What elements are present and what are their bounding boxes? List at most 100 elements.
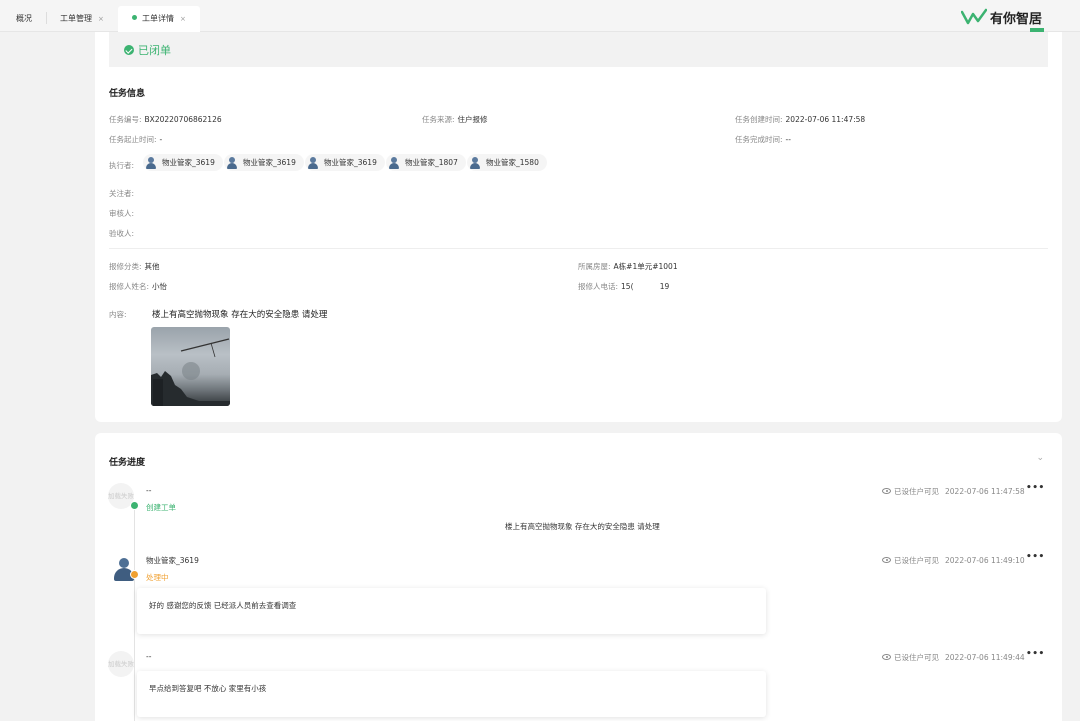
sidebar: [0, 32, 95, 721]
field-reporter-phone: 报修人电话: 15( 19: [578, 281, 669, 292]
field-task-source: 任务来源: 住户报修: [422, 114, 488, 125]
executor-chip[interactable]: 物业管家_1807: [386, 154, 466, 171]
field-reporter-name: 报修人姓名: 小怡: [109, 281, 167, 292]
field-reviewer-label: 审核人:: [109, 209, 135, 218]
label: 报修人电话:: [578, 282, 619, 291]
field-content-label: 内容:: [109, 310, 127, 319]
section-title-task-progress: 任务进度: [109, 458, 146, 468]
tab-overview[interactable]: 概况: [16, 6, 32, 32]
tab-label: 概况: [16, 14, 32, 23]
status-text: 已闭单: [138, 44, 171, 57]
user-avatar-icon: [225, 156, 239, 170]
tab-label: 工单详情: [142, 14, 174, 23]
executor-chip[interactable]: 物业管家_1580: [467, 154, 547, 171]
executor-name: 物业管家_1580: [486, 158, 539, 167]
value: BX20220706862126: [144, 115, 222, 124]
field-task-finished-time: 任务完成时间: --: [735, 134, 791, 145]
executor-name: 物业管家_3619: [162, 158, 215, 167]
progress-author: --: [146, 652, 152, 661]
value: --: [785, 135, 791, 144]
timestamp: 2022-07-06 11:49:44: [945, 653, 1025, 662]
task-info-card: 已闭单 任务信息 任务编号: BX20220706862126 任务来源: 住户报修…: [95, 32, 1062, 422]
status-banner: 已闭单: [109, 32, 1048, 67]
status-dot-icon: [130, 501, 139, 510]
active-dot-icon: [132, 15, 137, 20]
more-options-icon[interactable]: •••: [1026, 649, 1045, 659]
progress-status: 处理中: [146, 573, 169, 582]
tab-work-order-management[interactable]: 工单管理 ×: [60, 6, 104, 32]
divider: [109, 248, 1048, 249]
avatar: 加载失败: [108, 651, 134, 677]
value: 其他: [144, 262, 160, 271]
progress-message: 楼上有高空抛物现象 存在大的安全隐患 请处理: [505, 522, 660, 531]
user-avatar-icon: [387, 156, 401, 170]
field-executor-label: 执行者:: [109, 161, 135, 170]
timestamp: 2022-07-06 11:47:58: [945, 487, 1025, 496]
user-avatar-icon: [306, 156, 320, 170]
executor-name: 物业管家_3619: [324, 158, 377, 167]
progress-message-box: 好的 感谢您的反馈 已经派人员前去查看调查: [137, 588, 766, 634]
value: 住户报修: [457, 115, 488, 124]
progress-status: 创建工单: [146, 503, 176, 512]
more-options-icon[interactable]: •••: [1026, 483, 1045, 493]
progress-meta: 已设住户可见 2022-07-06 11:47:58: [882, 486, 1025, 497]
logo-mark-icon: [960, 8, 987, 25]
close-icon[interactable]: ×: [98, 15, 104, 23]
tab-divider: [46, 12, 47, 24]
logo-text: 有你智居: [989, 11, 1042, 27]
progress-message: 早点给到答复吧 不放心 家里有小孩: [149, 684, 267, 693]
section-title-task-info: 任务信息: [109, 89, 146, 99]
progress-message-box: 早点给到答复吧 不放心 家里有小孩: [137, 671, 766, 717]
label: 任务完成时间:: [735, 135, 783, 144]
timeline-line: [134, 503, 135, 721]
field-room: 所属房屋: A栋#1单元#1001: [578, 261, 678, 272]
field-task-created-time: 任务创建时间: 2022-07-06 11:47:58: [735, 114, 865, 125]
field-acceptor-label: 验收人:: [109, 229, 135, 238]
more-options-icon[interactable]: •••: [1026, 552, 1045, 562]
progress-message: 好的 感谢您的反馈 已经派人员前去查看调查: [149, 601, 297, 610]
task-progress-card: 任务进度 ⌄ 加载失败 -- 创建工单 已设住户可见 2022-07-06 11:…: [95, 433, 1062, 721]
tab-bar: 概况 工单管理 × 工单详情 × 有你智居: [0, 0, 1080, 32]
visibility-text: 已设住户可见: [894, 556, 939, 565]
field-task-deadline: 任务起止时间: -: [109, 134, 162, 145]
eye-icon: [882, 488, 891, 494]
value: -: [159, 135, 163, 144]
progress-author: --: [146, 486, 152, 495]
label: 任务来源:: [422, 115, 455, 124]
progress-meta: 已设住户可见 2022-07-06 11:49:44: [882, 652, 1025, 663]
progress-author: 物业管家_3619: [146, 556, 199, 565]
visibility-text: 已设住户可见: [894, 653, 939, 662]
label: 报修人姓名:: [109, 282, 150, 291]
value: 2022-07-06 11:47:58: [785, 115, 866, 124]
field-repair-category: 报修分类: 其他: [109, 261, 160, 272]
content-text: 楼上有高空抛物现象 存在大的安全隐患 请处理: [152, 310, 328, 320]
executor-chip[interactable]: 物业管家_3619: [143, 154, 223, 171]
photo-scene-icon: [151, 338, 230, 406]
executor-name: 物业管家_3619: [243, 158, 296, 167]
close-icon[interactable]: ×: [180, 15, 186, 23]
executor-chip[interactable]: 物业管家_3619: [305, 154, 385, 171]
check-circle-icon: [124, 45, 134, 55]
executor-chip[interactable]: 物业管家_3619: [224, 154, 304, 171]
tab-work-order-detail[interactable]: 工单详情 ×: [118, 6, 200, 32]
chevron-down-icon[interactable]: ⌄: [1036, 453, 1044, 463]
value: 15( 19: [621, 282, 670, 291]
user-avatar-icon: [144, 156, 158, 170]
progress-meta: 已设住户可见 2022-07-06 11:49:10: [882, 555, 1025, 566]
brand-logo: 有你智居: [960, 6, 1044, 32]
label: 任务编号:: [109, 115, 142, 124]
attached-photo[interactable]: [151, 327, 230, 406]
tab-label: 工单管理: [60, 14, 92, 23]
field-task-number: 任务编号: BX20220706862126: [109, 114, 222, 125]
eye-icon: [882, 654, 891, 660]
timestamp: 2022-07-06 11:49:10: [945, 556, 1025, 565]
field-follower-label: 关注者:: [109, 189, 135, 198]
value: A栋#1单元#1001: [613, 262, 678, 271]
label: 报修分类:: [109, 262, 142, 271]
label: 任务创建时间:: [735, 115, 783, 124]
visibility-text: 已设住户可见: [894, 487, 939, 496]
label: 任务起止时间:: [109, 135, 157, 144]
label: 所属房屋:: [578, 262, 611, 271]
executor-name: 物业管家_1807: [405, 158, 458, 167]
eye-icon: [882, 557, 891, 563]
